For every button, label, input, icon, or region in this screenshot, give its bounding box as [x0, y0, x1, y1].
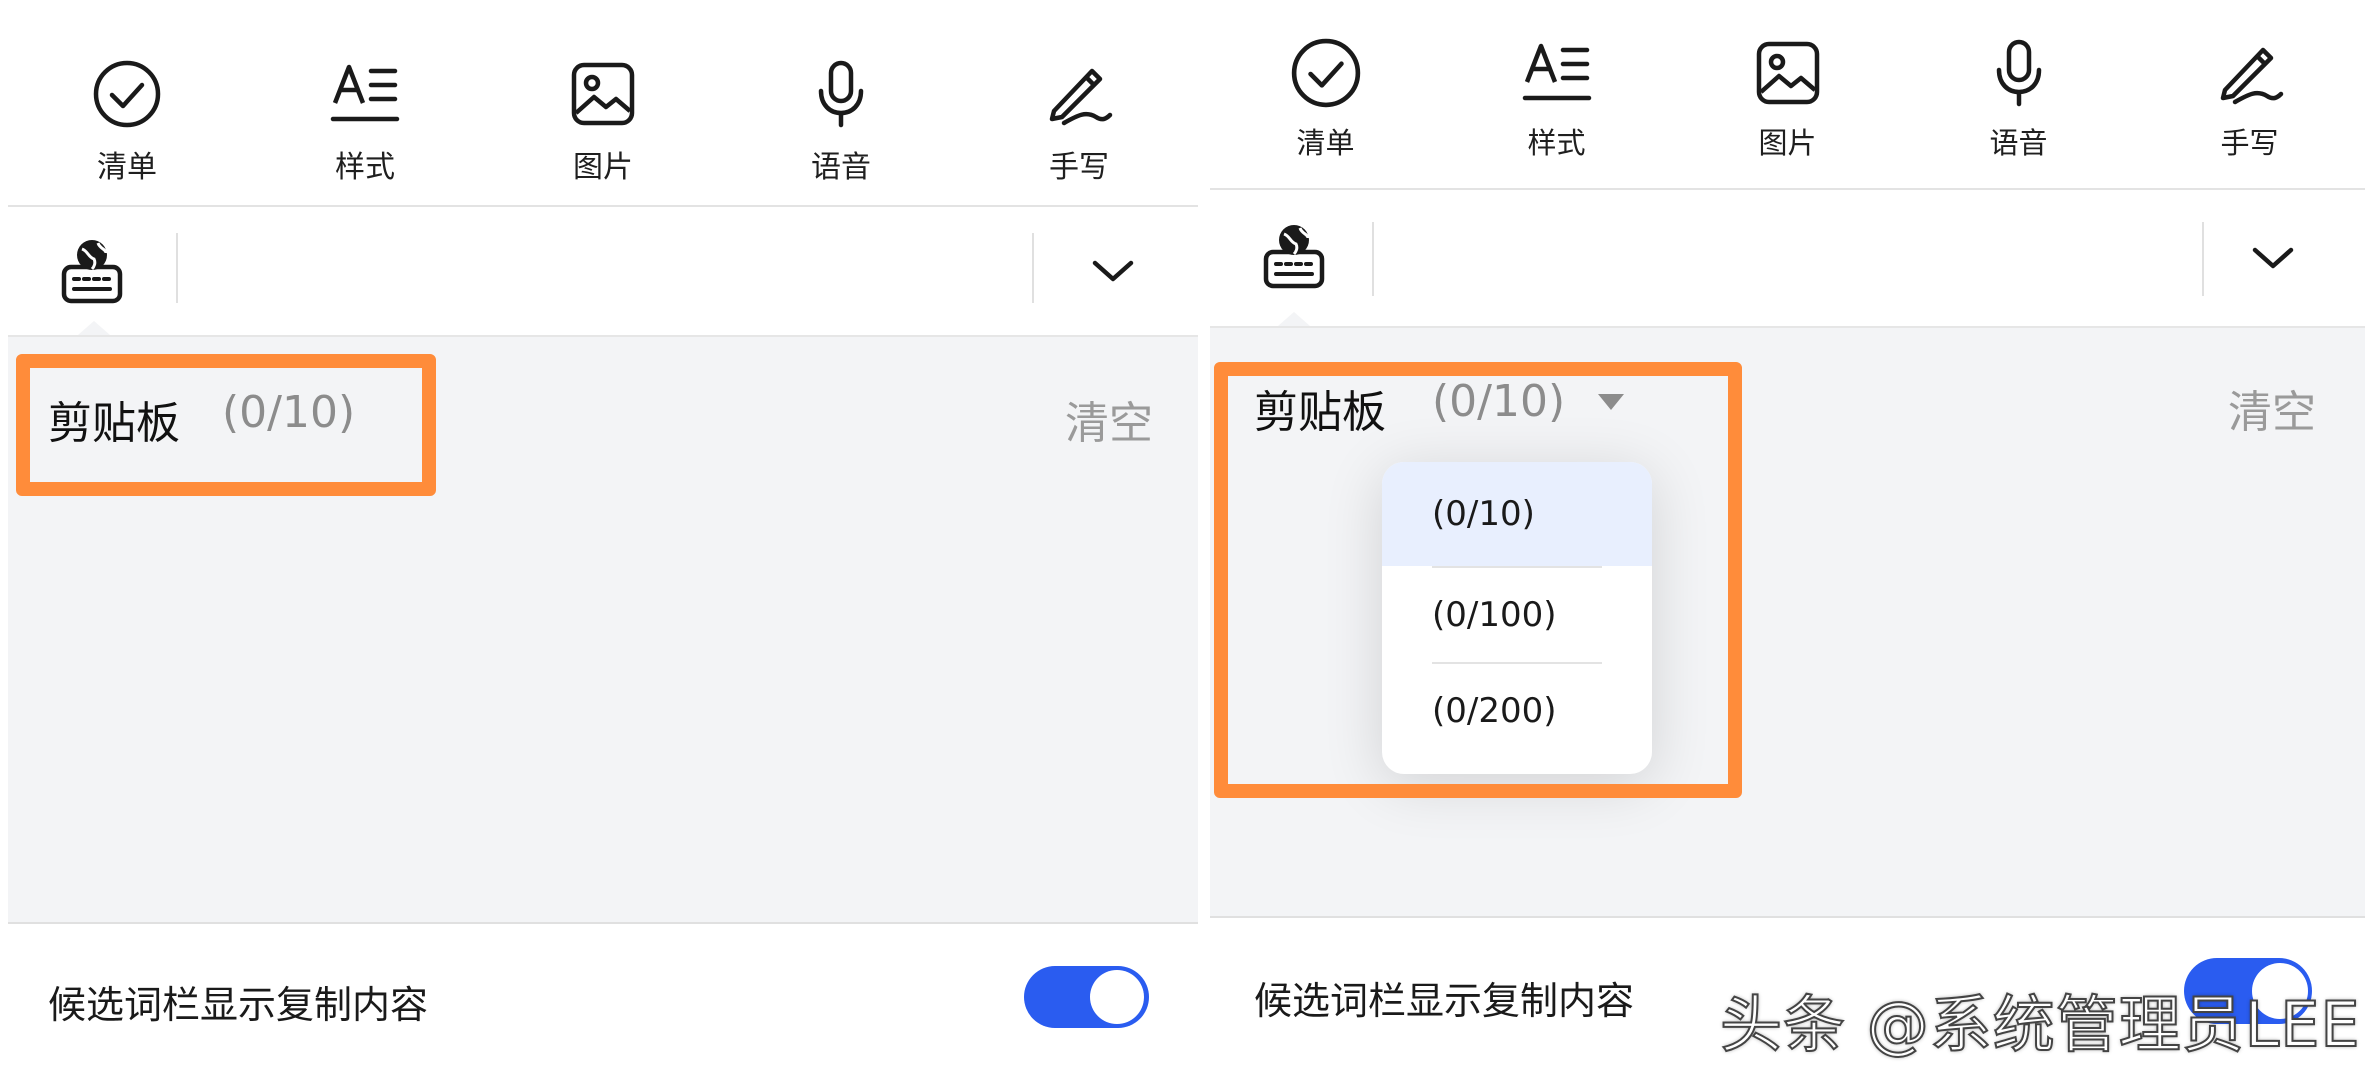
- keyboard-tab-pointer: [78, 321, 110, 335]
- text-style-icon: [329, 58, 401, 130]
- setting-label: 候选词栏显示复制内容: [1254, 979, 1635, 1023]
- toggle-knob: [1090, 970, 1144, 1024]
- tool-label-image: 图片: [1758, 126, 1817, 160]
- globe-keyboard-icon[interactable]: [56, 235, 128, 307]
- tool-handwriting[interactable]: 手写: [2134, 36, 2365, 162]
- tool-label-voice: 语音: [1989, 126, 2048, 160]
- bar-divider-left: [1372, 222, 1374, 296]
- chevron-down-icon[interactable]: [2228, 230, 2318, 286]
- globe-keyboard-icon[interactable]: [1258, 220, 1330, 292]
- handwriting-pen-icon: [1044, 58, 1114, 130]
- image-icon: [570, 58, 636, 130]
- handwriting-pen-icon: [2215, 36, 2285, 110]
- tool-style[interactable]: 样式: [1441, 36, 1672, 162]
- tool-label-handwriting: 手写: [1049, 150, 1109, 185]
- tool-voice[interactable]: 语音: [722, 58, 960, 186]
- tool-label-handwriting: 手写: [2220, 126, 2279, 160]
- bar-divider-right: [2202, 222, 2204, 296]
- text-style-icon: [1521, 36, 1593, 110]
- tool-image[interactable]: 图片: [484, 58, 722, 186]
- keyboard-bar: [1210, 190, 2365, 326]
- tool-style[interactable]: 样式: [246, 58, 484, 186]
- tool-label-image: 图片: [573, 150, 633, 185]
- tool-label-style: 样式: [335, 150, 395, 185]
- tool-image[interactable]: 图片: [1672, 36, 1903, 162]
- microphone-icon: [1991, 36, 2047, 110]
- checklist-icon: [92, 58, 162, 130]
- bar-divider-right: [1032, 233, 1034, 303]
- tool-checklist[interactable]: 清单: [8, 58, 246, 186]
- setting-show-clipboard: 候选词栏显示复制内容: [8, 924, 1198, 1080]
- microphone-icon: [813, 58, 869, 130]
- clear-button[interactable]: 清空: [1065, 387, 1153, 451]
- tool-label-voice: 语音: [811, 150, 871, 185]
- bar-divider-left: [176, 233, 178, 303]
- keyboard-bar: [8, 207, 1198, 335]
- checklist-icon: [1290, 36, 1362, 110]
- chevron-down-icon[interactable]: [1068, 243, 1158, 299]
- tool-label-checklist: 清单: [1296, 126, 1355, 160]
- watermark: 头条 @系统管理员LEE: [1719, 987, 2361, 1062]
- keyboard-tab-pointer: [1278, 312, 1310, 326]
- tool-label-style: 样式: [1527, 126, 1586, 160]
- tool-label-checklist: 清单: [97, 150, 157, 185]
- clipboard-panel: 剪贴板 (0/10) 清空 (0/10) (0/100) (0/200): [1210, 328, 2365, 916]
- tool-voice[interactable]: 语音: [1903, 36, 2134, 162]
- toggle-switch[interactable]: [1024, 966, 1149, 1028]
- highlight-box: [16, 354, 436, 496]
- setting-label: 候选词栏显示复制内容: [48, 983, 429, 1027]
- left-screenshot-panel: 清单 样式 图片 语音 手写 剪贴板 (0/10) 清空 候选词栏显示复制内容: [8, 0, 1198, 1080]
- clear-button[interactable]: 清空: [2228, 376, 2316, 440]
- tool-checklist[interactable]: 清单: [1210, 36, 1441, 162]
- image-icon: [1755, 36, 1821, 110]
- highlight-box: [1214, 362, 1742, 798]
- toolbar: 清单 样式 图片 语音 手写: [8, 58, 1198, 186]
- toolbar: 清单 样式 图片 语音 手写: [1210, 36, 2365, 162]
- tool-handwriting[interactable]: 手写: [960, 58, 1198, 186]
- clipboard-panel: 剪贴板 (0/10) 清空: [8, 337, 1198, 922]
- right-screenshot-panel: 清单 样式 图片 语音 手写 剪贴板 (0/10) 清空 (0/10) (0/1…: [1210, 0, 2365, 1080]
